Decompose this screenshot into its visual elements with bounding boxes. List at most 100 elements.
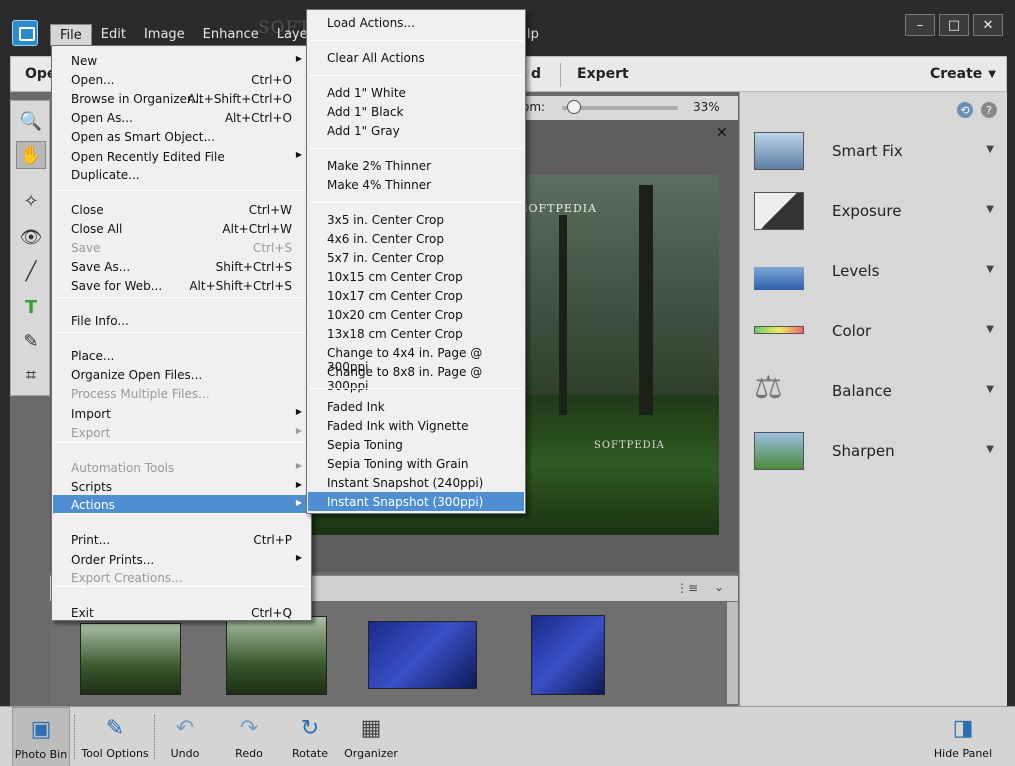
- reset-icon[interactable]: ⟲: [957, 102, 973, 118]
- crop-tool-icon[interactable]: ⌗: [16, 361, 46, 389]
- adjustment-color[interactable]: Color ▼: [754, 312, 1004, 362]
- menu-edit[interactable]: Edit: [92, 24, 135, 46]
- menu-item-open-as[interactable]: Open As... Alt+Ctrl+O: [53, 108, 310, 127]
- action-item-instant-snapshot-240ppi[interactable]: Instant Snapshot (240ppi): [308, 473, 524, 492]
- create-button[interactable]: Create ▼: [930, 66, 996, 82]
- mode-guided-tab[interactable]: d: [531, 66, 541, 82]
- menu-item-actions[interactable]: Actions ▶: [53, 495, 310, 514]
- hide-panel-button[interactable]: ◨ Hide Panel: [930, 707, 996, 766]
- action-item-faded-ink-with-vignette[interactable]: Faded Ink with Vignette: [308, 416, 524, 435]
- menu-file[interactable]: File: [50, 24, 92, 46]
- divider: [74, 715, 75, 759]
- zoom-tool-icon[interactable]: 🔍: [16, 107, 46, 135]
- menu-item-order-prints[interactable]: Order Prints... ▶: [53, 550, 310, 569]
- photo-bin-scrollbar[interactable]: [727, 602, 738, 704]
- organizer-button[interactable]: ▦ Organizer: [342, 707, 400, 766]
- action-item-instant-snapshot-300ppi[interactable]: Instant Snapshot (300ppi): [308, 492, 524, 511]
- menu-item-open[interactable]: Open... Ctrl+O: [53, 70, 310, 89]
- maximize-button[interactable]: □: [939, 14, 969, 36]
- action-item-make-2-thinner[interactable]: Make 2% Thinner: [308, 156, 524, 175]
- adjustment-label: Exposure: [832, 202, 902, 220]
- action-item-add-1-black[interactable]: Add 1" Black: [308, 102, 524, 121]
- action-item-change-to-8x8-in-page-300ppi[interactable]: Change to 8x8 in. Page @ 300ppi: [308, 362, 524, 393]
- action-item-4x6-in-center-crop[interactable]: 4x6 in. Center Crop: [308, 229, 524, 248]
- quick-selection-tool-icon[interactable]: ✧: [16, 187, 46, 215]
- menu-item-save-for-web[interactable]: Save for Web... Alt+Shift+Ctrl+S: [53, 276, 310, 295]
- close-document-icon[interactable]: ✕: [716, 125, 728, 141]
- adjustment-label: Color: [832, 322, 872, 340]
- action-item-load-actions[interactable]: Load Actions...: [308, 13, 524, 32]
- photo-bin-button[interactable]: ▣ Photo Bin: [12, 707, 70, 766]
- chevron-down-icon[interactable]: ⌄: [714, 580, 724, 594]
- adjustment-levels[interactable]: Levels ▼: [754, 252, 1004, 302]
- action-item-13x18-cm-center-crop[interactable]: 13x18 cm Center Crop: [308, 324, 524, 343]
- menu-enhance[interactable]: Enhance: [194, 24, 268, 46]
- menu-image[interactable]: Image: [135, 24, 194, 46]
- help-icon[interactable]: ?: [981, 102, 997, 118]
- tools-panel: 🔍 ✋ ✧ 👁 ╱ T ✎ ⌗: [10, 100, 50, 396]
- minimize-button[interactable]: –: [905, 14, 935, 36]
- adjustment-exposure[interactable]: Exposure ▼: [754, 192, 1004, 242]
- menu-item-place[interactable]: Place...: [53, 346, 310, 365]
- action-item-5x7-in-center-crop[interactable]: 5x7 in. Center Crop: [308, 248, 524, 267]
- action-item-sepia-toning[interactable]: Sepia Toning: [308, 435, 524, 454]
- bin-thumbnail[interactable]: [531, 615, 605, 695]
- menu-item-browse-in-organizer[interactable]: Browse in Organizer... Alt+Shift+Ctrl+O: [53, 89, 310, 108]
- menu-item-save-as[interactable]: Save As... Shift+Ctrl+S: [53, 257, 310, 276]
- menu-item-scripts[interactable]: Scripts ▶: [53, 477, 310, 496]
- red-eye-tool-icon[interactable]: 👁: [16, 223, 46, 251]
- redo-button[interactable]: ↷ Redo: [228, 707, 270, 766]
- bin-thumbnail[interactable]: [368, 621, 477, 689]
- zoom-slider-thumb[interactable]: [566, 100, 581, 114]
- bin-thumbnail[interactable]: [80, 623, 181, 695]
- tool-options-button[interactable]: ✎ Tool Options: [78, 707, 152, 766]
- mode-expert-tab[interactable]: Expert: [577, 66, 629, 82]
- adjustment-smart-fix[interactable]: Smart Fix ▼: [754, 132, 1004, 182]
- menu-item-open-recently-edited-file[interactable]: Open Recently Edited File ▶: [53, 147, 310, 166]
- color-icon: [754, 326, 804, 334]
- close-window-button[interactable]: ✕: [973, 14, 1003, 36]
- action-item-10x15-cm-center-crop[interactable]: 10x15 cm Center Crop: [308, 267, 524, 286]
- menu-item-organize-open-files[interactable]: Organize Open Files...: [53, 365, 310, 384]
- menu-item-open-as-smart-object[interactable]: Open as Smart Object...: [53, 127, 310, 146]
- menu-item-label: Export: [71, 426, 111, 440]
- menu-item-close-all[interactable]: Close All Alt+Ctrl+W: [53, 219, 310, 238]
- bin-sort-icon[interactable]: ⋮≡: [676, 581, 698, 595]
- hand-tool-icon[interactable]: ✋: [16, 141, 46, 169]
- menu-item-import[interactable]: Import ▶: [53, 404, 310, 423]
- menu-item-new[interactable]: New ▶: [53, 51, 310, 70]
- action-item-label: Instant Snapshot (300ppi): [327, 495, 484, 509]
- menu-item-shortcut: Ctrl+P: [253, 533, 292, 547]
- photo-bin-label: Photo Bin: [14, 748, 68, 761]
- menu-item-duplicate[interactable]: Duplicate...: [53, 165, 310, 184]
- adjustment-label: Smart Fix: [832, 142, 903, 160]
- action-item-10x20-cm-center-crop[interactable]: 10x20 cm Center Crop: [308, 305, 524, 324]
- undo-button[interactable]: ↶ Undo: [164, 707, 206, 766]
- menu-item-print[interactable]: Print... Ctrl+P: [53, 530, 310, 549]
- adjustment-sharpen[interactable]: Sharpen ▼: [754, 432, 1004, 482]
- whiten-teeth-tool-icon[interactable]: ╱: [16, 257, 46, 285]
- spot-healing-tool-icon[interactable]: ✎: [16, 327, 46, 355]
- menu-item-file-info[interactable]: File Info...: [53, 311, 310, 330]
- action-item-make-4-thinner[interactable]: Make 4% Thinner: [308, 175, 524, 194]
- type-tool-icon[interactable]: T: [16, 293, 46, 321]
- action-item-10x17-cm-center-crop[interactable]: 10x17 cm Center Crop: [308, 286, 524, 305]
- action-item-add-1-white[interactable]: Add 1" White: [308, 83, 524, 102]
- menu-item-close[interactable]: Close Ctrl+W: [53, 200, 310, 219]
- action-item-change-to-4x4-in-page-300ppi[interactable]: Change to 4x4 in. Page @ 300ppi: [308, 343, 524, 374]
- action-item-sepia-toning-with-grain[interactable]: Sepia Toning with Grain: [308, 454, 524, 473]
- action-item-faded-ink[interactable]: Faded Ink: [308, 397, 524, 416]
- menu-separator: [54, 332, 309, 333]
- adjustment-balance[interactable]: ⚖ Balance ▼: [754, 368, 1004, 422]
- menu-help-partial[interactable]: lp: [527, 27, 539, 42]
- action-item-label: 10x20 cm Center Crop: [327, 308, 463, 322]
- menu-item-process-multiple-files: Process Multiple Files...: [53, 384, 310, 403]
- action-item-3x5-in-center-crop[interactable]: 3x5 in. Center Crop: [308, 210, 524, 229]
- menu-item-exit[interactable]: Exit Ctrl+Q: [53, 603, 310, 622]
- submenu-arrow-icon: ▶: [295, 498, 302, 507]
- bin-thumbnail[interactable]: [226, 616, 327, 695]
- menu-item-label: Print...: [71, 533, 111, 547]
- rotate-button[interactable]: ↻ Rotate: [288, 707, 332, 766]
- action-item-add-1-gray[interactable]: Add 1" Gray: [308, 121, 524, 140]
- action-item-clear-all-actions[interactable]: Clear All Actions: [308, 48, 524, 67]
